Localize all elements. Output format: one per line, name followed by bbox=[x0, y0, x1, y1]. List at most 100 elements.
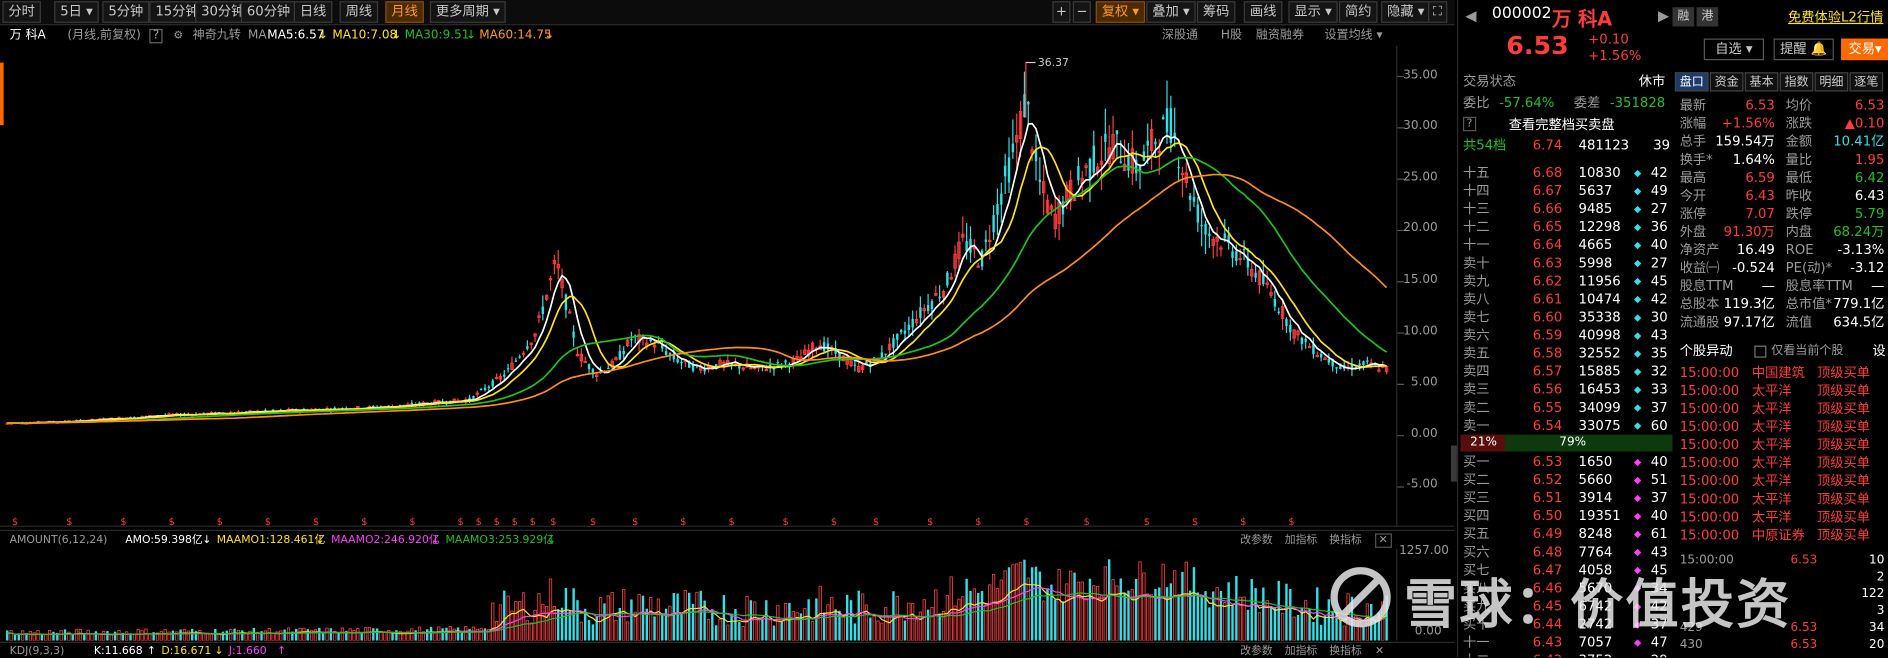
ask-row[interactable]: 卖十 6.63 5998 ◆ 27 bbox=[1458, 254, 1672, 272]
period-weekly[interactable]: 周线 bbox=[339, 1, 379, 23]
bid-row[interactable]: 买四 6.50 19351 ◆ 40 bbox=[1458, 507, 1672, 525]
ask-row[interactable]: 卖七 6.60 35338 ◆ 30 bbox=[1458, 308, 1672, 326]
kdj-change-param[interactable]: 改参数 bbox=[1240, 643, 1273, 657]
ask-volume: 11956 bbox=[1578, 273, 1621, 289]
stat-value: 6.59 bbox=[1745, 169, 1775, 186]
ask-row[interactable]: 卖四 6.57 15885 ◆ 32 bbox=[1458, 362, 1672, 380]
ask-row[interactable]: 十二 6.65 12298 ◆ 36 bbox=[1458, 218, 1672, 236]
total-levels-count: 39 bbox=[1653, 137, 1671, 153]
abnormal-item[interactable]: 15:00:00 太平洋 顶级买单 bbox=[1675, 436, 1888, 454]
abnormal-item[interactable]: 15:00:00 太平洋 顶级买单 bbox=[1675, 472, 1888, 490]
volume-bar bbox=[995, 588, 1000, 641]
bid-row[interactable]: 买二 6.52 5660 ◆ 51 bbox=[1458, 471, 1672, 489]
book-help-icon[interactable]: ? bbox=[1462, 116, 1476, 132]
candle-body bbox=[506, 368, 510, 370]
tab-5[interactable]: 逐笔 bbox=[1849, 72, 1884, 92]
volume-bar bbox=[579, 621, 583, 641]
amount-change-param[interactable]: 改参数 bbox=[1240, 531, 1273, 550]
zoom-in-button[interactable]: + bbox=[1052, 1, 1071, 23]
more-periods-dropdown[interactable]: 更多周期 ▾ bbox=[429, 1, 506, 23]
ask-row[interactable]: 十一 6.64 4665 ◆ 40 bbox=[1458, 236, 1672, 254]
candle-body bbox=[1177, 166, 1180, 169]
ask-row[interactable]: 十三 6.66 9485 ◆ 27 bbox=[1458, 200, 1672, 218]
adjust-dropdown[interactable]: 复权 ▾ bbox=[1095, 1, 1146, 23]
link-h-share[interactable]: H股 bbox=[1221, 26, 1242, 45]
main-chart[interactable]: $ $ $ $ $ $ $ $ $ $ $ $ $ $ $ $ $ $ $ $ $ $ $ $ $ $ $ $ $ $ 36.37 bbox=[0, 45, 1455, 528]
bid-row[interactable]: 买六 6.48 7764 ◆ 43 bbox=[1458, 543, 1672, 561]
trade-button[interactable]: 交易▾ bbox=[1841, 38, 1888, 61]
volume-bar bbox=[1076, 581, 1080, 641]
fullscreen-icon[interactable]: ⛶ bbox=[1428, 1, 1447, 23]
ask-row[interactable]: 十四 6.67 5637 ◆ 49 bbox=[1458, 182, 1672, 200]
overlay-dropdown[interactable]: 叠加 ▾ bbox=[1146, 1, 1196, 23]
price-tick-label: 35.00 bbox=[1403, 68, 1438, 82]
volume-bar bbox=[182, 628, 187, 641]
ask-row[interactable]: 卖三 6.56 16453 ◆ 33 bbox=[1458, 380, 1672, 398]
period-5min[interactable]: 5分钟 bbox=[102, 1, 150, 23]
period-intraday[interactable]: 分时 bbox=[2, 1, 41, 23]
ma-settings-dropdown[interactable]: 设置均线 ▾ bbox=[1324, 26, 1382, 45]
promo-link[interactable]: 免费体验L2行情 bbox=[1788, 7, 1883, 26]
abnormal-item[interactable]: 15:00:00 太平洋 顶级买单 bbox=[1675, 382, 1888, 400]
ask-row[interactable]: 卖六 6.59 40998 ◆ 43 bbox=[1458, 326, 1672, 344]
kdj-switch-indicator[interactable]: 换指标 bbox=[1329, 643, 1362, 657]
tab-3[interactable]: 指数 bbox=[1779, 72, 1814, 92]
link-margin[interactable]: 融资融券 bbox=[1256, 26, 1304, 45]
stat-value: 634.5亿 bbox=[1833, 314, 1885, 330]
tab-0[interactable]: 盘口 bbox=[1674, 72, 1709, 92]
prev-stock-icon[interactable]: ◀ bbox=[1465, 7, 1476, 24]
abnormal-settings[interactable]: 设 bbox=[1872, 342, 1885, 361]
ask-row[interactable]: 卖一 6.54 33075 ◆ 60 bbox=[1458, 417, 1672, 435]
kdj-close-icon[interactable]: ✕ bbox=[1375, 643, 1384, 657]
ask-row[interactable]: 卖九 6.62 11956 ◆ 45 bbox=[1458, 272, 1672, 290]
alert-button[interactable]: 提醒 🔔 bbox=[1773, 38, 1834, 61]
settings-small-icon[interactable]: ⚙ bbox=[173, 26, 183, 45]
volume-bar bbox=[302, 627, 306, 641]
period-monthly[interactable]: 月线 bbox=[385, 1, 424, 23]
tab-1[interactable]: 资金 bbox=[1709, 72, 1744, 92]
candle-body bbox=[892, 338, 895, 348]
ask-row[interactable]: 卖八 6.61 10474 ◆ 42 bbox=[1458, 290, 1672, 308]
ask-row[interactable]: 十五 6.68 10830 ◆ 42 bbox=[1458, 164, 1672, 182]
period-60min[interactable]: 60分钟 bbox=[240, 1, 297, 23]
bid-row[interactable]: 买三 6.51 3914 ◆ 37 bbox=[1458, 489, 1672, 507]
ask-row[interactable]: 卖二 6.55 34099 ◆ 37 bbox=[1458, 399, 1672, 417]
only-current-checkbox[interactable] bbox=[1754, 345, 1767, 358]
period-daily[interactable]: 日线 bbox=[293, 1, 333, 23]
abnormal-item[interactable]: 15:00:00 中原证券 顶级买单 bbox=[1675, 526, 1888, 544]
kdj-j-arrow: ↑ bbox=[276, 645, 287, 658]
link-sz-connect[interactable]: 深股通 bbox=[1162, 26, 1198, 45]
abnormal-item[interactable]: 15:00:00 太平洋 顶级买单 bbox=[1675, 400, 1888, 418]
ask-row[interactable]: 卖五 6.58 32552 ◆ 35 bbox=[1458, 344, 1672, 362]
amount-close-icon[interactable]: ✕ bbox=[1375, 533, 1392, 548]
abnormal-item[interactable]: 15:00:00 中国建筑 顶级买单 bbox=[1675, 364, 1888, 382]
zoom-out-button[interactable]: − bbox=[1072, 1, 1091, 23]
abnormal-item[interactable]: 15:00:00 太平洋 顶级买单 bbox=[1675, 418, 1888, 436]
volume-bar bbox=[1285, 583, 1288, 641]
abnormal-item[interactable]: 15:00:00 太平洋 顶级买单 bbox=[1675, 508, 1888, 526]
draw-line-button[interactable]: 画线 bbox=[1243, 1, 1283, 23]
full-book-link[interactable]: 查看完整档买卖盘 bbox=[1509, 116, 1615, 134]
next-stock-icon[interactable]: ▶ bbox=[1658, 7, 1669, 24]
watchlist-dropdown[interactable]: 自选 ▾ bbox=[1703, 38, 1764, 61]
hide-dropdown[interactable]: 隐藏 ▾ bbox=[1381, 1, 1431, 23]
bid-row[interactable]: 买一 6.53 1650 ◆ 40 bbox=[1458, 453, 1672, 471]
tab-2[interactable]: 基本 bbox=[1744, 72, 1779, 92]
bid-row[interactable]: 买五 6.49 8248 ◆ 61 bbox=[1458, 525, 1672, 543]
amount-switch-indicator[interactable]: 换指标 bbox=[1329, 531, 1362, 550]
abnormal-item[interactable]: 15:00:00 太平洋 顶级买单 bbox=[1675, 490, 1888, 508]
brief-button[interactable]: 简约 bbox=[1338, 1, 1378, 23]
abnormal-item[interactable]: 15:00:00 太平洋 顶级买单 bbox=[1675, 454, 1888, 472]
display-dropdown[interactable]: 显示 ▾ bbox=[1288, 1, 1338, 23]
kdj-add-indicator[interactable]: 加指标 bbox=[1285, 643, 1318, 657]
indicator-name[interactable]: 神奇九转 bbox=[193, 26, 241, 45]
bid-price: 6.49 bbox=[1532, 526, 1563, 542]
amount-add-indicator[interactable]: 加指标 bbox=[1285, 531, 1318, 550]
help-icon[interactable]: ? bbox=[149, 28, 163, 44]
chips-button[interactable]: 筹码 bbox=[1196, 1, 1236, 23]
tab-4[interactable]: 明细 bbox=[1814, 72, 1849, 92]
period-5day[interactable]: 5日 ▾ bbox=[54, 1, 99, 23]
full-book-row[interactable]: ? 查看完整档买卖盘 bbox=[1458, 116, 1672, 134]
amount-chart[interactable] bbox=[0, 549, 1455, 641]
bid-row[interactable]: 十二 6.42 3752 ◆ 29 bbox=[1458, 651, 1672, 658]
